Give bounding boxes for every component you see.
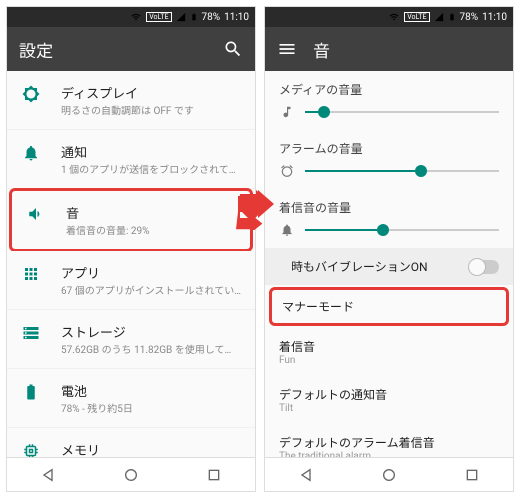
page-title: 設定 xyxy=(19,37,53,62)
list-item-storage[interactable]: ストレージ57.62GB のうち 11.82GB を使用しています xyxy=(7,310,255,369)
switch-off[interactable] xyxy=(469,260,499,274)
item-subtitle: 78% - 残り約5日 xyxy=(61,400,241,415)
row-title: デフォルトのアラーム着信音 xyxy=(279,434,499,451)
list-item-notifications[interactable]: 通知1 個のアプリが送信をブロックされてい... xyxy=(7,130,255,189)
item-title: アプリ xyxy=(61,263,241,282)
wifi-icon xyxy=(388,12,400,22)
list-item-apps[interactable]: アプリ67 個のアプリがインストールされています xyxy=(7,251,255,310)
wifi-icon xyxy=(130,12,142,22)
sound-settings: メディアの音量 アラームの音量 着信音の音量 時もバイブレーションON xyxy=(265,71,513,457)
battery-icon xyxy=(190,11,198,23)
volte-badge: VoLTE xyxy=(404,12,429,22)
item-subtitle: 67 個のアプリがインストールされています xyxy=(61,282,241,297)
back-icon[interactable] xyxy=(298,467,314,483)
list-item-sound[interactable]: 音着信音の音量: 29% xyxy=(9,188,253,252)
list-item-memory[interactable]: メモリ平均で2.8GBのうち1.7GBを使用しています xyxy=(7,428,255,457)
item-subtitle: 明るさの自動調節は OFF です xyxy=(61,102,241,117)
status-bar: VoLTE 78% 11:10 xyxy=(7,7,255,27)
item-title: 通知 xyxy=(61,142,241,161)
ringer-slider[interactable] xyxy=(305,220,499,240)
media-volume-label: メディアの音量 xyxy=(265,71,513,100)
row-title: 時もバイブレーションON xyxy=(279,258,469,275)
status-bar: VoLTE 78% 11:10 xyxy=(265,7,513,27)
brightness-icon xyxy=(22,85,40,103)
battery-percent: 78% xyxy=(460,12,479,23)
item-subtitle: 1 個のアプリが送信をブロックされてい... xyxy=(61,161,241,176)
settings-list: ディスプレイ明るさの自動調節は OFF です 通知1 個のアプリが送信をブロック… xyxy=(7,71,255,457)
alarm-icon xyxy=(280,164,294,178)
recent-icon[interactable] xyxy=(206,467,222,483)
recent-icon[interactable] xyxy=(464,467,480,483)
nav-bar xyxy=(265,457,513,491)
menu-icon[interactable] xyxy=(277,39,297,59)
bell-icon xyxy=(22,144,40,162)
memory-icon xyxy=(22,442,40,457)
row-subtitle: Fun xyxy=(279,355,499,366)
list-item-battery[interactable]: 電池78% - 残り約5日 xyxy=(7,369,255,428)
row-ringtone[interactable]: 着信音Fun xyxy=(265,328,513,376)
arrow-connector xyxy=(236,190,276,234)
appbar: 設定 xyxy=(7,27,255,71)
item-title: ディスプレイ xyxy=(61,83,241,102)
signal-icon xyxy=(434,12,444,22)
row-default-alarm[interactable]: デフォルトのアラーム着信音The traditional alarm xyxy=(265,424,513,457)
row-title: デフォルトの通知音 xyxy=(279,386,499,403)
storage-icon xyxy=(22,324,40,342)
clock: 11:10 xyxy=(482,12,507,23)
clock: 11:10 xyxy=(224,12,249,23)
signal-icon xyxy=(176,12,186,22)
row-manner-mode-highlight: マナーモード xyxy=(269,287,509,326)
battery-icon xyxy=(22,383,40,401)
battery-percent: 78% xyxy=(202,12,221,23)
item-subtitle: 57.62GB のうち 11.82GB を使用しています xyxy=(61,341,241,356)
item-title: 電池 xyxy=(61,381,241,400)
row-title: マナーモード xyxy=(282,298,496,315)
item-title: ストレージ xyxy=(61,322,241,341)
media-slider[interactable] xyxy=(305,102,499,122)
battery-icon xyxy=(448,11,456,23)
home-icon[interactable] xyxy=(381,467,397,483)
back-icon[interactable] xyxy=(40,467,56,483)
row-vibrate-on-call[interactable]: 時もバイブレーションON xyxy=(265,248,513,285)
ringer-volume-label: 着信音の音量 xyxy=(265,189,513,218)
row-manner-mode[interactable]: マナーモード xyxy=(272,290,506,323)
item-title: メモリ xyxy=(61,440,241,457)
search-icon[interactable] xyxy=(223,39,243,59)
apps-icon xyxy=(22,265,40,283)
bell-icon xyxy=(280,223,294,237)
volte-badge: VoLTE xyxy=(146,12,171,22)
sound-screen: VoLTE 78% 11:10 音 メディアの音量 アラームの音量 着信音の音量 xyxy=(264,6,514,492)
list-item-display[interactable]: ディスプレイ明るさの自動調節は OFF です xyxy=(7,71,255,130)
settings-screen: VoLTE 78% 11:10 設定 ディスプレイ明るさの自動調節は OFF で… xyxy=(6,6,256,492)
item-title: 音 xyxy=(66,203,236,222)
appbar: 音 xyxy=(265,27,513,71)
alarm-slider[interactable] xyxy=(305,161,499,181)
music-icon xyxy=(280,105,294,119)
item-subtitle: 着信音の音量: 29% xyxy=(66,222,236,237)
home-icon[interactable] xyxy=(123,467,139,483)
page-title: 音 xyxy=(313,37,330,62)
row-default-notification[interactable]: デフォルトの通知音Tilt xyxy=(265,376,513,424)
volume-icon xyxy=(27,205,45,223)
alarm-volume-label: アラームの音量 xyxy=(265,130,513,159)
nav-bar xyxy=(7,457,255,491)
row-title: 着信音 xyxy=(279,338,499,355)
row-subtitle: Tilt xyxy=(279,403,499,414)
